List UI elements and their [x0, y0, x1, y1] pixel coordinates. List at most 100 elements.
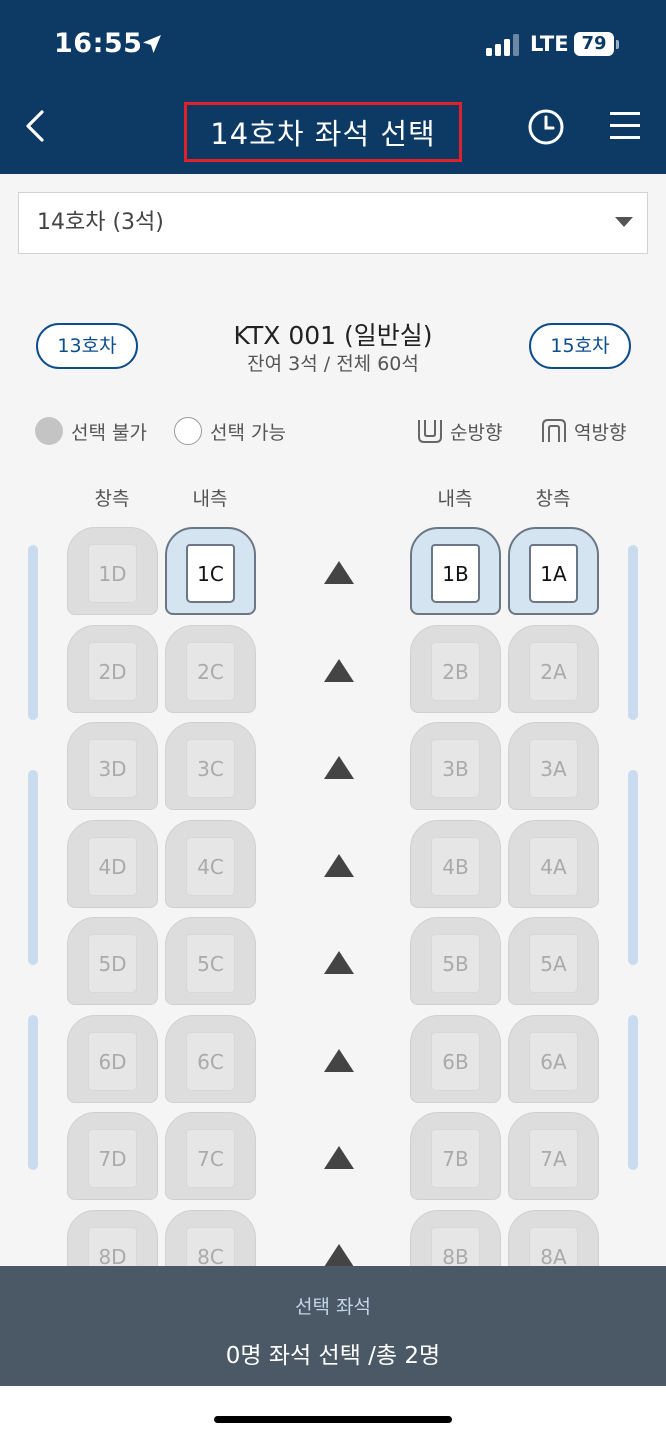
seat-label: 4B [431, 837, 480, 896]
seat-5b: 5B [410, 917, 501, 1005]
seat-label: 3C [186, 739, 235, 798]
seat-label: 3D [88, 739, 137, 798]
home-indicator[interactable] [214, 1416, 452, 1423]
seat-label: 4C [186, 837, 235, 896]
window-bar [28, 1015, 38, 1170]
seat-label: 3A [529, 739, 578, 798]
window-bar [628, 545, 638, 720]
reverse-seat-icon [542, 419, 566, 442]
seat-label: 1A [529, 544, 578, 603]
train-name: KTX 001 (일반실) [233, 321, 433, 350]
seat-label: 7A [529, 1129, 578, 1188]
seat-label: 1B [431, 544, 480, 603]
seat-label: 7D [88, 1129, 137, 1188]
seat-4d: 4D [67, 820, 158, 908]
battery-icon: 79 [574, 32, 614, 56]
seat-label: 2B [431, 642, 480, 701]
forward-seat-icon [418, 420, 442, 443]
legend-unavailable-label: 선택 불가 [71, 421, 147, 444]
chevron-down-icon [615, 217, 633, 227]
clock-icon[interactable] [527, 108, 565, 146]
seat-4b: 4B [410, 820, 501, 908]
direction-arrow-icon [324, 1146, 354, 1169]
unavailable-circle-icon [35, 417, 63, 445]
window-bar [628, 770, 638, 965]
seat-label: 6A [529, 1032, 578, 1091]
seat-6b: 6B [410, 1015, 501, 1103]
seat-label: 1C [186, 544, 235, 603]
seat-label: 5C [186, 934, 235, 993]
seat-label: 3B [431, 739, 480, 798]
legend-forward: 순방향 [416, 417, 502, 445]
seat-label: 4D [88, 837, 137, 896]
seat-label: 5A [529, 934, 578, 993]
legend-unavailable: 선택 불가 [35, 417, 147, 445]
seat-label: 4A [529, 837, 578, 896]
signal-icon [486, 34, 519, 56]
seat-label: 2D [88, 642, 137, 701]
direction-arrow-icon [324, 951, 354, 974]
seat-6a: 6A [508, 1015, 599, 1103]
seat-1c[interactable]: 1C [165, 527, 256, 615]
seat-label: 2A [529, 642, 578, 701]
direction-arrow-icon [324, 659, 354, 682]
legend-available: 선택 가능 [174, 417, 286, 445]
direction-arrow-icon [324, 756, 354, 779]
column-label-right-window: 창측 [535, 488, 571, 510]
seat-1d: 1D [67, 527, 158, 615]
seat-5d: 5D [67, 917, 158, 1005]
legend-reverse: 역방향 [540, 417, 626, 445]
seat-2d: 2D [67, 625, 158, 713]
app-header: 16:55 LTE 79 14호차 좌석 선택 [0, 0, 666, 174]
seat-3a: 3A [508, 722, 599, 810]
direction-arrow-icon [324, 561, 354, 584]
seat-4a: 4A [508, 820, 599, 908]
battery-nub [616, 40, 619, 49]
seat-7d: 7D [67, 1112, 158, 1200]
seat-3d: 3D [67, 722, 158, 810]
direction-arrow-icon [324, 1049, 354, 1072]
seat-2c: 2C [165, 625, 256, 713]
direction-arrow-icon [324, 854, 354, 877]
seat-2a: 2A [508, 625, 599, 713]
car-select-value: 14호차 (3석) [37, 210, 164, 235]
page-title: 14호차 좌석 선택 [184, 102, 462, 162]
seat-label: 2C [186, 642, 235, 701]
selected-seats-label: 선택 좌석 [295, 1296, 371, 1318]
selected-seats-panel: 선택 좌석 0명 좌석 선택 /총 2명 [0, 1266, 666, 1386]
seat-count: 잔여 3석 / 전체 60석 [247, 353, 419, 375]
seat-label: 7C [186, 1129, 235, 1188]
home-area [0, 1386, 666, 1440]
location-arrow-icon [143, 35, 161, 53]
column-label-left-window: 창측 [94, 488, 130, 510]
car-select-dropdown[interactable]: 14호차 (3석) [18, 192, 648, 254]
window-bar [628, 1015, 638, 1170]
seat-label: 5B [431, 934, 480, 993]
seat-5c: 5C [165, 917, 256, 1005]
seat-5a: 5A [508, 917, 599, 1005]
seat-1b[interactable]: 1B [410, 527, 501, 615]
status-time: 16:55 [54, 28, 143, 59]
window-bar [28, 770, 38, 965]
legend-forward-label: 순방향 [450, 421, 503, 444]
seat-6d: 6D [67, 1015, 158, 1103]
seat-6c: 6C [165, 1015, 256, 1103]
seat-label: 6D [88, 1032, 137, 1091]
seat-label: 1D [88, 544, 137, 603]
network-type: LTE [530, 32, 569, 56]
prev-car-button[interactable]: 13호차 [36, 323, 138, 369]
seat-7c: 7C [165, 1112, 256, 1200]
column-label-right-aisle: 내측 [437, 488, 473, 510]
seat-3b: 3B [410, 722, 501, 810]
selected-seats-summary: 0명 좌석 선택 /총 2명 [225, 1343, 441, 1369]
next-car-button[interactable]: 15호차 [529, 323, 631, 369]
seat-3c: 3C [165, 722, 256, 810]
legend-available-label: 선택 가능 [210, 421, 286, 444]
direction-arrow-icon [324, 1244, 354, 1267]
back-icon[interactable] [18, 106, 54, 146]
column-label-left-aisle: 내측 [192, 488, 228, 510]
seat-4c: 4C [165, 820, 256, 908]
menu-icon[interactable] [608, 108, 642, 144]
seat-1a[interactable]: 1A [508, 527, 599, 615]
seat-label: 5D [88, 934, 137, 993]
